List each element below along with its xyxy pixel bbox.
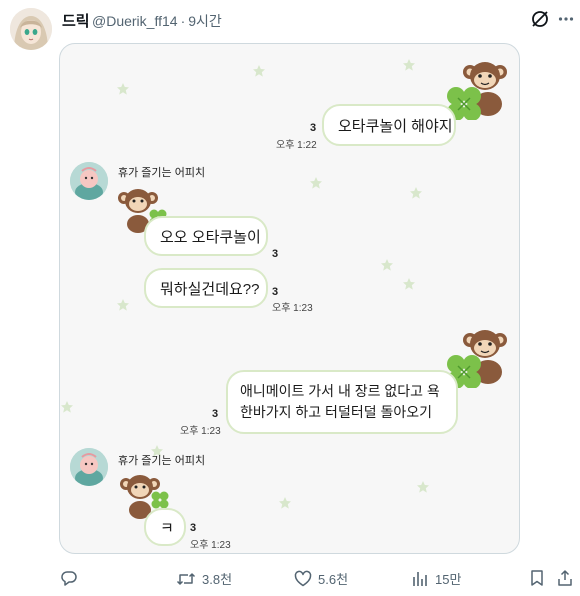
message-bubble-received[interactable]: 뭐하실건데요?? xyxy=(144,268,268,308)
read-count: 3 xyxy=(212,408,219,420)
apeach-profile-image xyxy=(70,448,108,486)
like-button[interactable]: 5.6천 xyxy=(294,569,348,588)
message-bubble-sent[interactable]: 애니메이트 가서 내 장르 없다고 욕 한바가지 하고 터덜터덜 돌아오기 xyxy=(226,370,458,434)
author-name[interactable]: 드릭 xyxy=(62,10,90,31)
message-time: 오후 1:23 xyxy=(272,303,313,314)
star-decoration xyxy=(61,401,73,413)
retweet-icon xyxy=(176,572,196,585)
author-meta: @Duerik_ff14 · 9시간 xyxy=(92,11,225,31)
sender-avatar[interactable] xyxy=(70,162,108,200)
star-decoration xyxy=(310,177,322,189)
author-avatar[interactable] xyxy=(10,8,52,50)
avatar-portrait xyxy=(10,8,52,50)
share-icon xyxy=(558,570,572,586)
message-time: 오후 1:23 xyxy=(190,540,231,551)
monkey-clover-sticker xyxy=(447,62,507,120)
message-bubble-received[interactable]: 오오 오타쿠놀이 xyxy=(144,216,268,256)
author-handle[interactable]: @Duerik_ff14 xyxy=(92,13,178,29)
star-decoration xyxy=(410,187,422,199)
message-text: 뭐하실건데요?? xyxy=(160,281,260,298)
view-count: 15만 xyxy=(435,572,462,587)
sender-avatar[interactable] xyxy=(70,448,108,486)
bookmark-icon xyxy=(531,570,543,586)
message-text: ㅋ xyxy=(160,520,174,537)
star-decoration xyxy=(253,65,265,77)
message-bubble-received[interactable]: ㅋ xyxy=(144,508,186,546)
bookmark-button[interactable] xyxy=(529,569,551,587)
share-button[interactable] xyxy=(557,569,579,587)
message-time: 오후 1:23 xyxy=(180,426,221,437)
retweet-button[interactable]: 3.8천 xyxy=(176,569,232,588)
message-text-line: 애니메이트 가서 내 장르 없다고 욕 xyxy=(240,383,440,399)
sender-name: 휴가 즐기는 어피치 xyxy=(118,167,206,179)
star-decoration xyxy=(403,278,415,290)
star-decoration xyxy=(279,497,291,509)
apeach-profile-image xyxy=(70,162,108,200)
read-count: 3 xyxy=(190,522,197,534)
star-decoration xyxy=(117,299,129,311)
meta-separator: · xyxy=(180,13,186,29)
star-decoration xyxy=(117,83,129,95)
star-decoration xyxy=(381,259,393,271)
reply-button[interactable] xyxy=(60,569,84,587)
post-image[interactable]: 오타쿠놀이 해야지 3 오후 1:22 휴가 즐기는 어피치 오오 오타쿠놀이 … xyxy=(59,43,520,554)
views-button[interactable]: 15만 xyxy=(411,569,461,588)
post-time[interactable]: 9시간 xyxy=(188,13,222,29)
like-count: 5.6천 xyxy=(318,572,349,587)
message-time: 오후 1:22 xyxy=(276,140,317,151)
grok-icon[interactable] xyxy=(530,9,550,29)
reply-icon xyxy=(61,571,77,586)
read-count: 3 xyxy=(272,286,279,298)
heart-icon xyxy=(294,570,312,586)
star-decoration xyxy=(417,481,429,493)
sender-name: 휴가 즐기는 어피치 xyxy=(118,455,206,467)
views-icon xyxy=(413,571,427,586)
retweet-count: 3.8천 xyxy=(202,572,233,587)
message-text: 오오 오타쿠놀이 xyxy=(160,229,261,246)
message-bubble-sent[interactable]: 오타쿠놀이 해야지 xyxy=(322,104,456,146)
read-count: 3 xyxy=(272,248,279,260)
star-decoration xyxy=(403,59,415,71)
read-count: 3 xyxy=(310,122,317,134)
more-icon[interactable] xyxy=(558,16,574,22)
message-text-line: 한바가지 하고 터덜터덜 돌아오기 xyxy=(240,404,432,420)
message-text: 오타쿠놀이 해야지 xyxy=(338,118,453,135)
